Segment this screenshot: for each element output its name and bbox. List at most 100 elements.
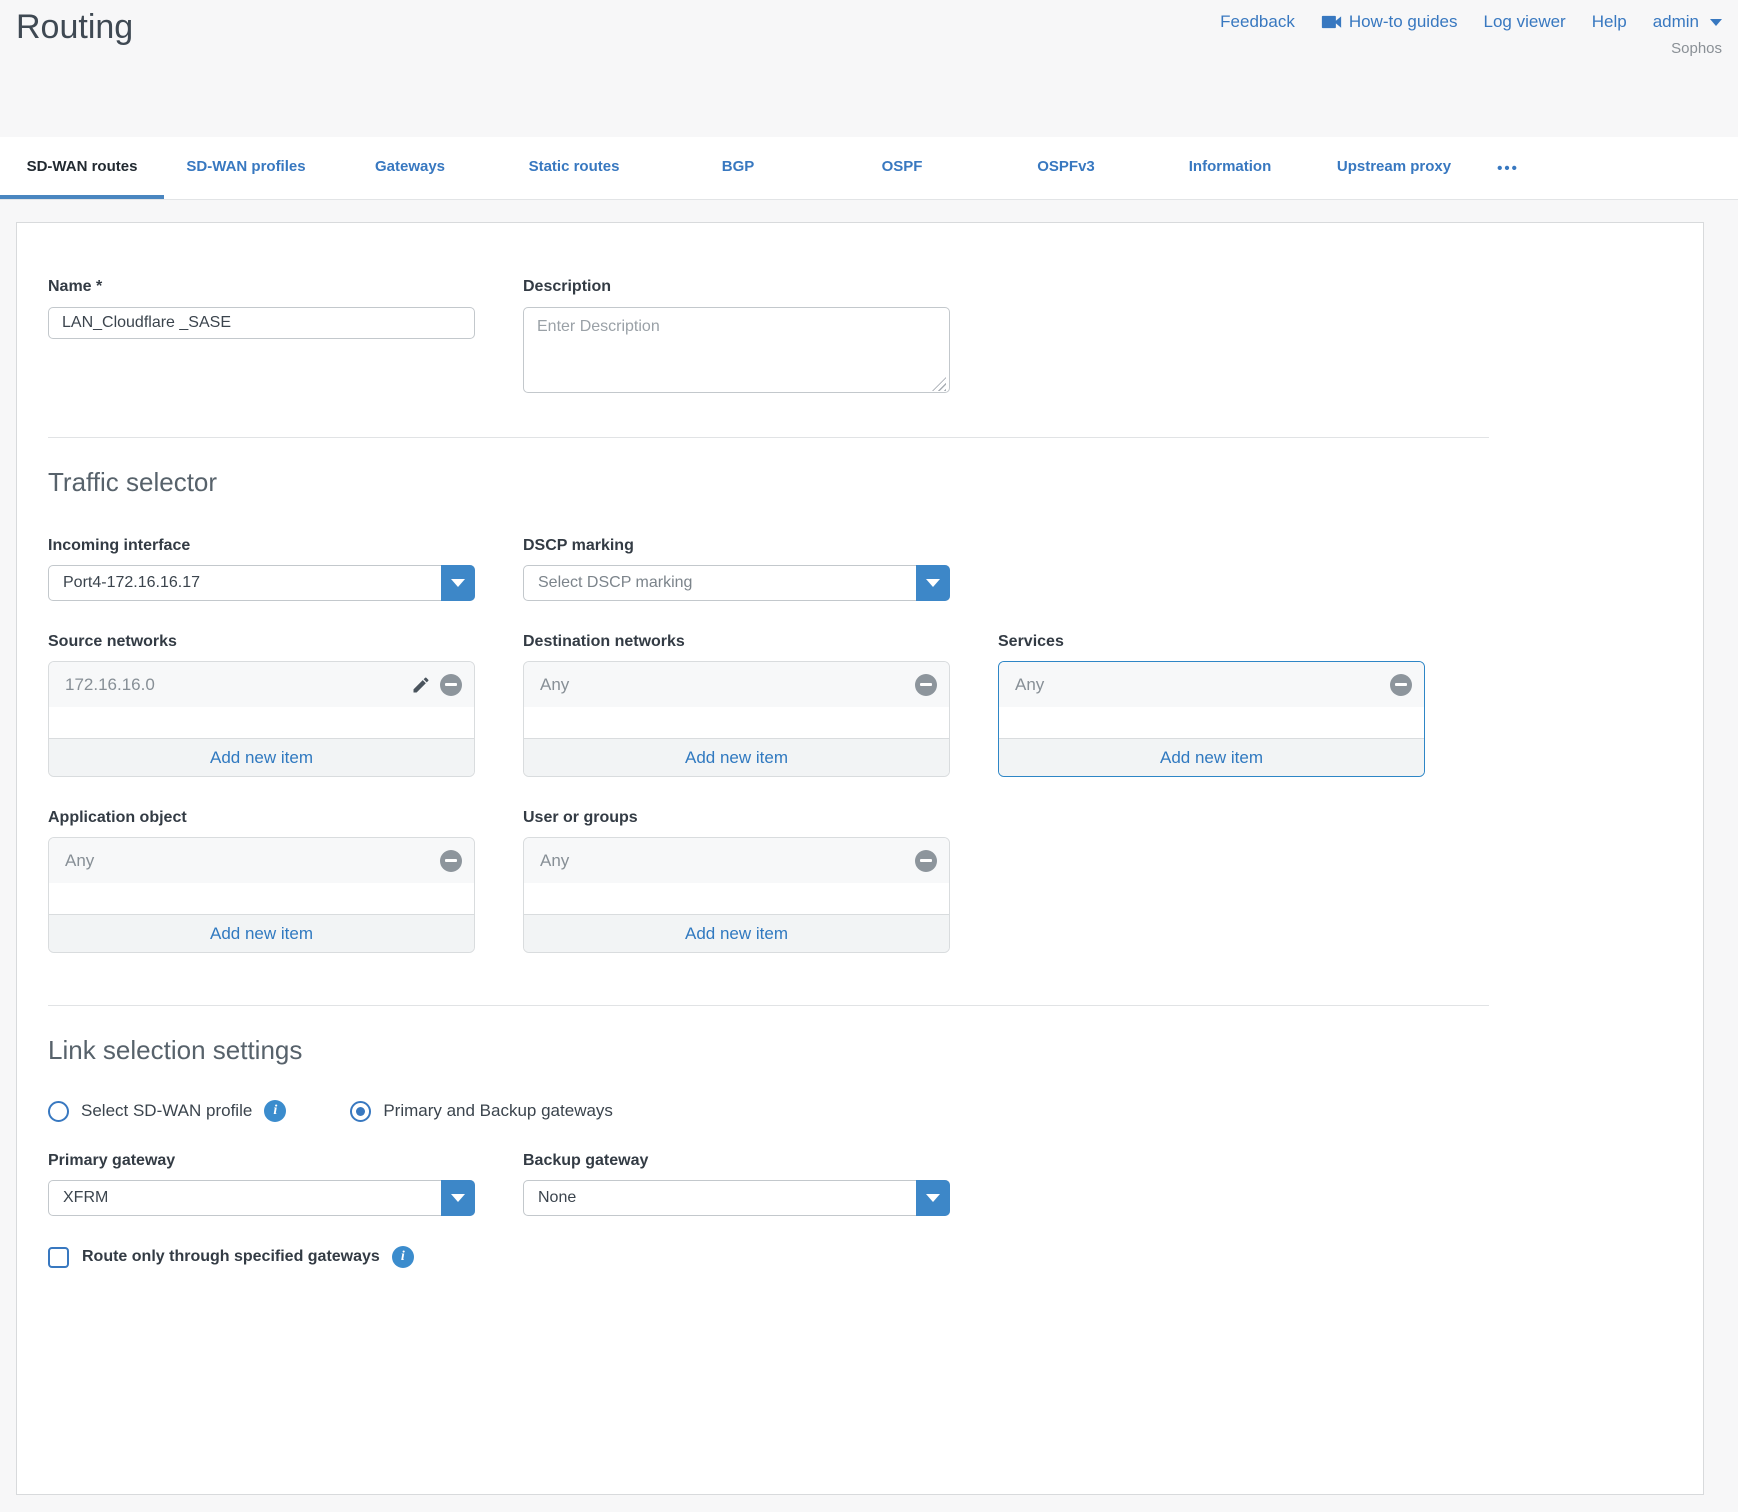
tab-information[interactable]: Information [1148,137,1312,199]
section-divider [48,437,1489,438]
incoming-interface-select[interactable]: Port4-172.16.16.17 [48,565,475,601]
chevron-down-icon [1710,19,1722,26]
route-only-row: Route only through specified gateways i [48,1246,1703,1268]
log-viewer-link-label: Log viewer [1484,12,1566,32]
remove-item-icon[interactable] [1390,674,1412,696]
backup-gateway-value: None [538,1189,576,1206]
incoming-interface-value: Port4-172.16.16.17 [63,574,200,591]
gateway-selects-row: XFRM None [48,1180,1489,1216]
admin-menu[interactable]: admin [1653,12,1722,32]
radio-checked-icon[interactable] [350,1101,371,1122]
services-item: Any [1015,675,1390,695]
source-networks-label: Source networks [48,633,475,651]
chevron-down-icon [926,579,940,587]
tab-bar: SD-WAN routes SD-WAN profiles Gateways S… [0,137,1738,200]
remove-item-icon[interactable] [915,850,937,872]
sdwan-route-form-card: Name * Description Traffic selector Inco… [16,222,1704,1495]
source-networks-box: 172.16.16.0 Add new item [48,661,475,777]
name-description-row: Name * Description [48,278,1489,398]
gateway-labels-row: Primary gateway Backup gateway [48,1152,1489,1170]
name-label: Name * [48,278,475,296]
chevron-down-icon [926,1194,940,1202]
tab-bgp[interactable]: BGP [656,137,820,199]
primary-gateway-select[interactable]: XFRM [48,1180,475,1216]
log-viewer-link[interactable]: Log viewer [1484,12,1566,32]
tab-upstream-proxy[interactable]: Upstream proxy [1312,137,1476,199]
radio-select-sdwan-profile-label: Select SD-WAN profile [81,1101,252,1121]
networks-boxes-row: 172.16.16.0 Add new item Any Add new ite… [48,661,1489,777]
dscp-marking-select[interactable]: Select DSCP marking [523,565,950,601]
interface-dscp-row: Port4-172.16.16.17 Select DSCP marking [48,565,1489,601]
list-empty-area [999,707,1424,738]
list-item: Any [49,838,474,883]
feedback-link[interactable]: Feedback [1220,12,1295,32]
list-item: 172.16.16.0 [49,662,474,707]
user-or-groups-add-button[interactable]: Add new item [524,914,949,952]
dscp-marking-dropdown-button[interactable] [916,565,950,601]
services-label: Services [998,633,1425,651]
description-textarea[interactable] [523,307,950,393]
list-empty-area [524,883,949,914]
tab-sdwan-routes[interactable]: SD-WAN routes [0,137,164,199]
application-object-label: Application object [48,809,475,827]
radio-select-sdwan-profile[interactable]: Select SD-WAN profile i [48,1100,286,1122]
edit-icon[interactable] [410,674,432,696]
destination-networks-label: Destination networks [523,633,950,651]
remove-item-icon[interactable] [440,674,462,696]
traffic-selector-heading: Traffic selector [48,467,1703,498]
page-header: Routing Feedback How-to guides Log viewe… [0,0,1738,137]
list-empty-area [524,707,949,738]
list-item: Any [524,838,949,883]
application-object-box: Any Add new item [48,837,475,953]
radio-primary-backup-gateways[interactable]: Primary and Backup gateways [350,1101,613,1122]
route-only-checkbox-label: Route only through specified gateways [82,1248,380,1266]
incoming-interface-label: Incoming interface [48,537,475,555]
tab-gateways[interactable]: Gateways [328,137,492,199]
primary-gateway-label: Primary gateway [48,1152,475,1170]
description-label: Description [523,278,950,296]
page-title: Routing [16,8,133,47]
destination-network-item: Any [540,675,915,695]
tab-static-routes[interactable]: Static routes [492,137,656,199]
list-item: Any [524,662,949,707]
video-camera-icon [1321,14,1342,30]
destination-networks-add-button[interactable]: Add new item [524,738,949,776]
name-input[interactable] [48,307,475,339]
destination-networks-box: Any Add new item [523,661,950,777]
help-link-label: Help [1592,12,1627,32]
tab-sdwan-profiles[interactable]: SD-WAN profiles [164,137,328,199]
tab-ospf[interactable]: OSPF [820,137,984,199]
app-user-labels-row: Application object User or groups [48,809,1489,827]
help-link[interactable]: Help [1592,12,1627,32]
list-item: Any [999,662,1424,707]
section-divider [48,1005,1489,1006]
backup-gateway-select[interactable]: None [523,1180,950,1216]
dscp-marking-label: DSCP marking [523,537,950,555]
primary-gateway-value: XFRM [63,1189,108,1206]
info-icon[interactable]: i [392,1246,414,1268]
application-object-add-button[interactable]: Add new item [49,914,474,952]
list-empty-area [49,883,474,914]
services-add-button[interactable]: Add new item [999,738,1424,776]
radio-icon[interactable] [48,1101,69,1122]
chevron-down-icon [451,1194,465,1202]
more-tabs-button[interactable]: ••• [1476,137,1540,199]
primary-gateway-dropdown-button[interactable] [441,1180,475,1216]
chevron-down-icon [451,579,465,587]
user-or-groups-item: Any [540,851,915,871]
feedback-link-label: Feedback [1220,12,1295,32]
brand-label: Sophos [1671,40,1722,57]
application-object-item: Any [65,851,440,871]
source-networks-add-button[interactable]: Add new item [49,738,474,776]
incoming-interface-dropdown-button[interactable] [441,565,475,601]
info-icon[interactable]: i [264,1100,286,1122]
list-empty-area [49,707,474,738]
app-user-boxes-row: Any Add new item Any Add new item [48,837,1489,953]
backup-gateway-dropdown-button[interactable] [916,1180,950,1216]
remove-item-icon[interactable] [440,850,462,872]
tab-ospfv3[interactable]: OSPFv3 [984,137,1148,199]
route-only-checkbox[interactable] [48,1247,69,1268]
header-links: Feedback How-to guides Log viewer Help a… [1220,12,1722,32]
howto-guides-link[interactable]: How-to guides [1321,12,1458,32]
remove-item-icon[interactable] [915,674,937,696]
